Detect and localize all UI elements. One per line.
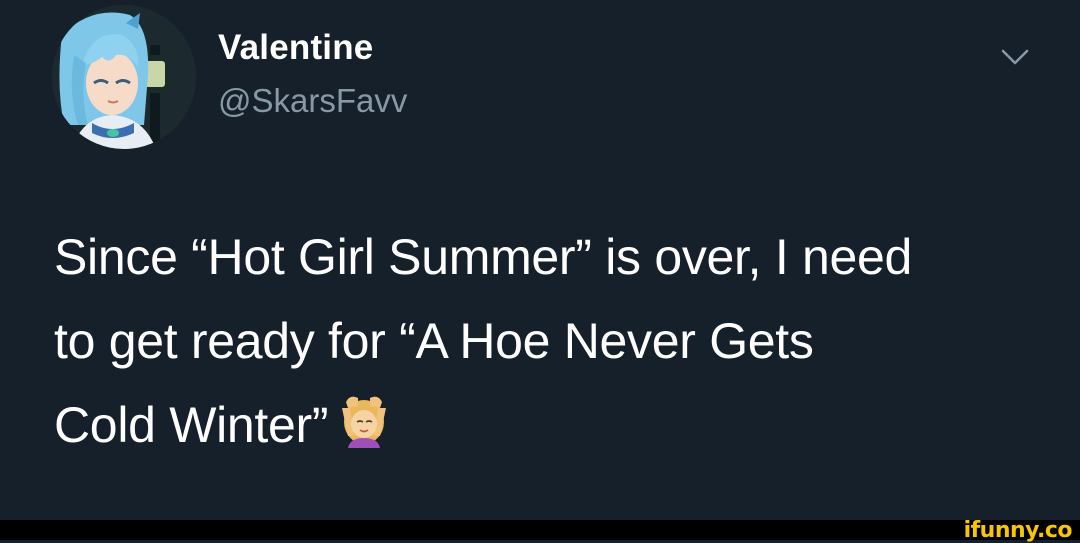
anime-character-avatar-icon (52, 5, 196, 149)
user-handle[interactable]: @SkarsFavv (218, 82, 407, 120)
tweet-text-line: Cold Winter” (54, 383, 1054, 467)
tweet-text: Since “Hot Girl Summer” is over, I need … (54, 215, 1054, 467)
avatar[interactable] (52, 5, 196, 149)
display-name[interactable]: Valentine (218, 28, 373, 68)
tweet-text-line-content: Cold Winter” (54, 397, 329, 453)
chevron-down-icon[interactable] (997, 45, 1033, 69)
tweet-text-line: to get ready for “A Hoe Never Gets (54, 313, 814, 369)
tweet-card: Valentine @SkarsFavv Since “Hot Girl Sum… (0, 0, 1080, 520)
face-massage-emoji-icon (336, 389, 392, 448)
footer-bar: ifunny.co (0, 518, 1080, 543)
tweet-text-line: Since “Hot Girl Summer” is over, I need (54, 229, 913, 285)
watermark-logo: ifunny.co (963, 518, 1073, 543)
